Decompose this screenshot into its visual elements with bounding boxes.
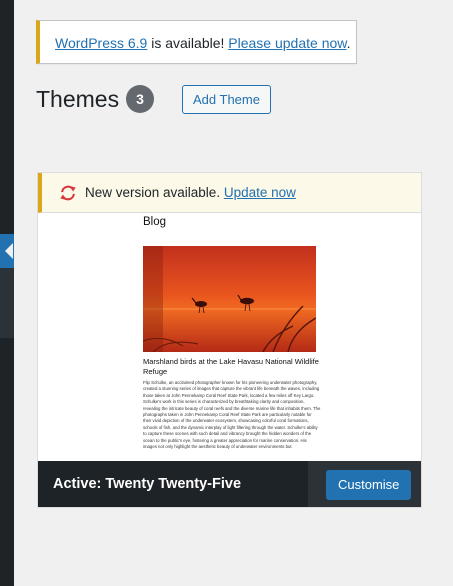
admin-menu-sidebar xyxy=(0,0,14,586)
wordpress-version-link[interactable]: WordPress 6.9 xyxy=(55,35,147,51)
theme-active-bar: Active: Twenty Twenty-Five Customise xyxy=(38,461,421,507)
notice-text: is available! xyxy=(147,35,229,51)
current-menu-indicator[interactable] xyxy=(0,234,14,268)
active-label: Active: xyxy=(53,476,102,492)
wordpress-update-notice: WordPress 6.9 is available! Please updat… xyxy=(36,20,357,64)
update-now-link[interactable]: Update now xyxy=(224,185,296,200)
theme-update-notice: New version available. Update now xyxy=(38,173,421,213)
add-theme-button[interactable]: Add Theme xyxy=(182,85,271,114)
preview-post-headline: Marshland birds at the Lake Havasu Natio… xyxy=(143,357,319,376)
theme-screenshot[interactable]: Blog Marshland birds at the Lake Havasu … xyxy=(38,214,421,461)
admin-submenu-background xyxy=(0,262,14,338)
theme-card[interactable]: New version available. Update now Blog M… xyxy=(37,172,422,508)
preview-post-body: Flip Schulke, an acclaimed photographer … xyxy=(143,380,321,450)
preview-blog-title: Blog xyxy=(143,216,167,228)
preview-bird-photo xyxy=(143,246,316,352)
customise-button[interactable]: Customise xyxy=(326,470,412,500)
active-theme-name: Active: Twenty Twenty-Five xyxy=(53,461,242,507)
please-update-link[interactable]: Please update now xyxy=(228,35,346,51)
theme-count-badge: 3 xyxy=(126,85,154,113)
theme-name-text: Twenty Twenty-Five xyxy=(101,476,242,492)
theme-update-text: New version available. xyxy=(85,185,224,200)
update-refresh-icon xyxy=(60,185,76,201)
notice-period: . xyxy=(346,35,351,51)
page-title: Themes xyxy=(36,86,120,112)
menu-arrow-icon xyxy=(5,243,13,259)
